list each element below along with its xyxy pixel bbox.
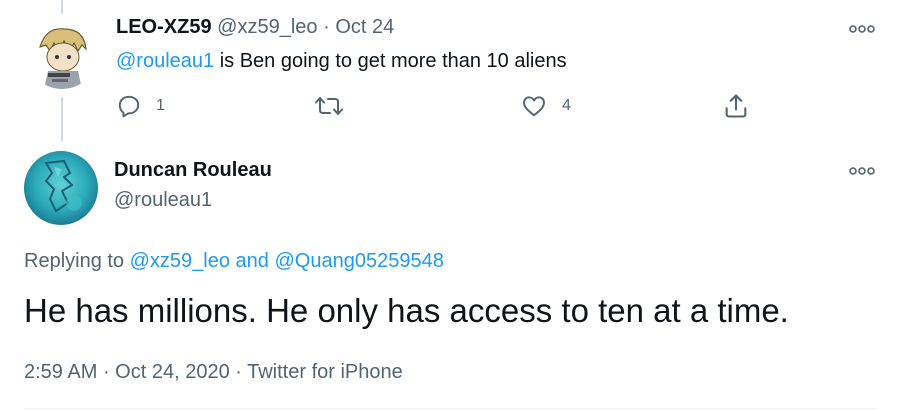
thread-line-connector	[61, 97, 63, 141]
avatar-duncan-image	[24, 151, 98, 225]
divider	[24, 408, 876, 409]
reply-and[interactable]: and	[230, 250, 274, 272]
more-icon	[849, 25, 875, 33]
reply-button[interactable]: 1	[116, 93, 165, 119]
reply-to-xz59-leo[interactable]: @xz59_leo	[130, 250, 230, 272]
avatar-leo-image	[26, 17, 98, 89]
like-icon	[523, 96, 545, 117]
tweet1-display-name[interactable]: LEO-XZ59	[116, 16, 212, 38]
tweet1-body: is Ben going to get more than 10 aliens	[214, 50, 567, 72]
avatar-leo-xz59[interactable]	[26, 17, 98, 89]
tweet2-meta: 2:59 AM · Oct 24, 2020 · Twitter for iPh…	[24, 361, 403, 384]
tweet1-text: @rouleau1 is Ben going to get more than …	[116, 50, 567, 73]
tweet1-handle[interactable]: @xz59_leo	[217, 16, 317, 38]
tweet1-more-button[interactable]	[849, 24, 875, 34]
reply-to-quang[interactable]: @Quang05259548	[274, 250, 443, 272]
replying-to-line: Replying to @xz59_leo and @Quang05259548	[24, 250, 444, 273]
tweet2-date[interactable]: Oct 24, 2020	[115, 361, 230, 383]
tweet1-separator: ·	[323, 16, 330, 38]
share-icon	[725, 94, 747, 118]
tweet2-handle[interactable]: @rouleau1	[114, 189, 212, 212]
meta-dot-1: ·	[97, 361, 116, 383]
like-button[interactable]: 4	[520, 93, 571, 119]
share-button[interactable]	[722, 92, 750, 120]
retweet-icon	[315, 97, 343, 115]
tweet1-header: LEO-XZ59 @xz59_leo · Oct 24	[116, 16, 394, 39]
retweet-button[interactable]	[314, 94, 344, 118]
more-icon	[849, 167, 875, 175]
tweet2-source[interactable]: Twitter for iPhone	[247, 361, 403, 383]
tweet1-date[interactable]: Oct 24	[335, 16, 394, 38]
thread-line-top	[61, 0, 63, 14]
like-count: 4	[562, 97, 571, 114]
tweet2-text: He has millions. He only has access to t…	[24, 292, 789, 329]
tweet2-more-button[interactable]	[849, 166, 875, 176]
tweet2-display-name[interactable]: Duncan Rouleau	[114, 159, 272, 182]
reply-icon	[118, 95, 140, 118]
avatar-duncan-rouleau[interactable]	[24, 151, 98, 225]
replying-prefix: Replying to	[24, 250, 130, 272]
tweet1-mention[interactable]: @rouleau1	[116, 50, 214, 72]
reply-count: 1	[156, 97, 165, 114]
meta-dot-2: ·	[229, 361, 248, 383]
tweet2-time[interactable]: 2:59 AM	[24, 361, 97, 383]
